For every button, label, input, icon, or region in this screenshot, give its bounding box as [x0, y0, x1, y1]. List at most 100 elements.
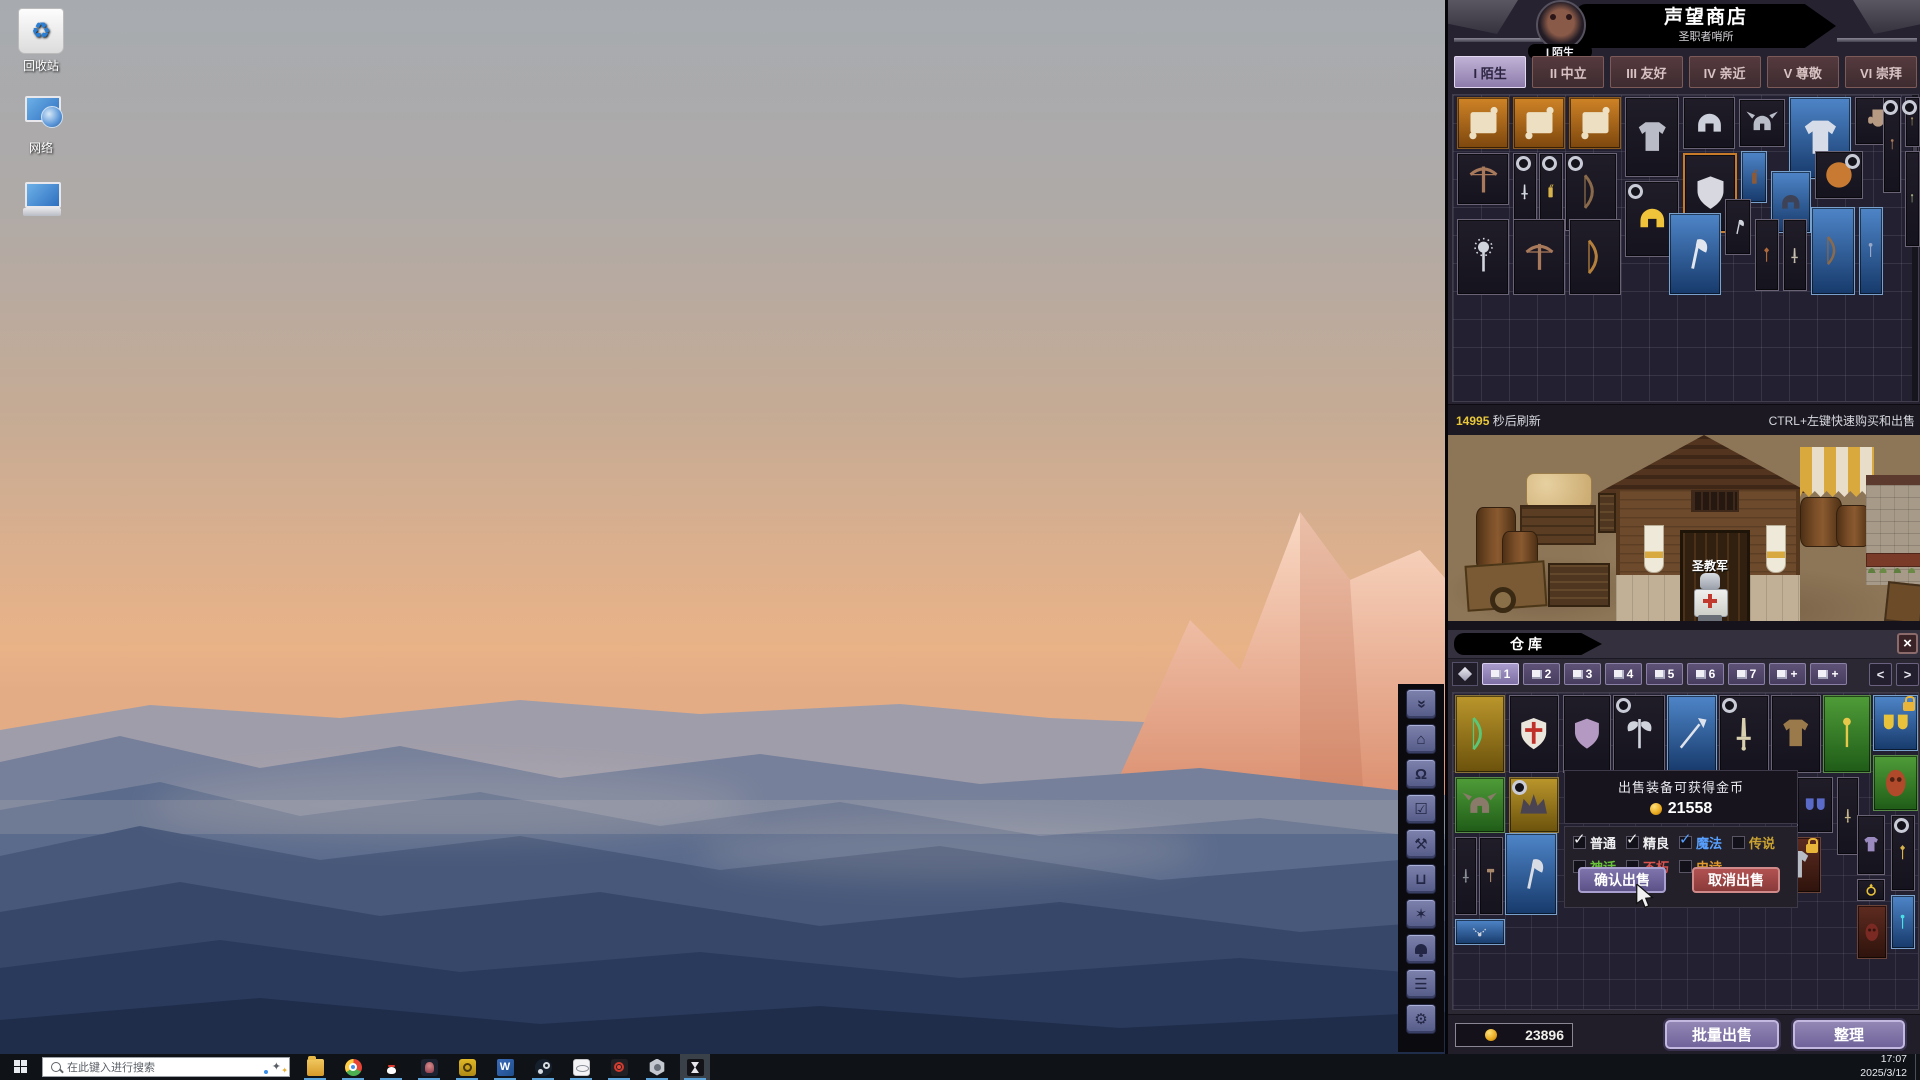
warehouse-item-sword[interactable]: [1455, 837, 1477, 915]
shop-tab-I 陌生[interactable]: I 陌生: [1454, 56, 1526, 88]
taskbar-app-chrome[interactable]: [338, 1054, 368, 1080]
shop-item-scepter[interactable]: [1755, 219, 1779, 291]
close-icon[interactable]: ×: [1897, 633, 1918, 654]
tabs-next-button[interactable]: >: [1896, 663, 1919, 686]
sort-button[interactable]: 整理: [1793, 1020, 1905, 1049]
shop-item-mace[interactable]: [1457, 219, 1509, 295]
warehouse-item-armor[interactable]: [1857, 815, 1885, 875]
checkbox[interactable]: [1732, 836, 1745, 849]
warehouse-item-bow[interactable]: [1455, 695, 1505, 773]
shop-item-bow[interactable]: [1811, 207, 1855, 295]
collapse-button[interactable]: «: [1406, 689, 1436, 719]
tavern-button[interactable]: ⊔: [1406, 864, 1436, 894]
checkbox[interactable]: ✓: [1573, 836, 1586, 849]
warehouse-tab-6-5[interactable]: 6: [1687, 663, 1724, 685]
shop-item-axe[interactable]: [1725, 199, 1751, 255]
forge-button[interactable]: ⚒: [1406, 829, 1436, 859]
shop-item-armor[interactable]: [1625, 97, 1679, 177]
shop-item-scroll[interactable]: [1513, 97, 1565, 149]
taskbar-search[interactable]: 在此键入进行搜索 ✦✦: [42, 1057, 290, 1077]
shop-tab-VI 崇拜[interactable]: VI 崇拜: [1845, 56, 1917, 88]
shop-tab-II 中立[interactable]: II 中立: [1532, 56, 1604, 88]
enchant-button[interactable]: ✶: [1406, 899, 1436, 929]
warehouse-item-staff[interactable]: [1823, 695, 1871, 773]
warehouse-item-spear[interactable]: [1667, 695, 1717, 773]
shop-tab-V 尊敬[interactable]: V 尊敬: [1767, 56, 1839, 88]
warehouse-item-necklace[interactable]: [1455, 919, 1505, 945]
shop-item-helm[interactable]: [1683, 97, 1735, 149]
shop-button[interactable]: ⌂: [1406, 724, 1436, 754]
warehouse-tab-3-2[interactable]: 3: [1564, 663, 1601, 685]
shop-item-sword[interactable]: [1783, 219, 1807, 291]
shop-tab-IV 亲近[interactable]: IV 亲近: [1689, 56, 1761, 88]
warehouse-item-axe[interactable]: [1505, 833, 1557, 915]
desktop-icon-recycle[interactable]: ♻回收站: [4, 8, 78, 74]
warehouse-item-sword[interactable]: [1837, 777, 1859, 855]
taskbar-app-file-explorer[interactable]: [300, 1054, 330, 1080]
shop-item-staff[interactable]: [1905, 151, 1920, 247]
desktop-icon-network[interactable]: 网络: [4, 92, 78, 156]
warehouse-item-shield[interactable]: [1563, 695, 1611, 773]
shop-item-staff[interactable]: [1883, 97, 1901, 193]
shop-item-crossbow[interactable]: [1513, 219, 1565, 295]
shop-item-scroll[interactable]: [1457, 97, 1509, 149]
warehouse-item-shieldc[interactable]: [1509, 695, 1559, 773]
tasks-button[interactable]: ☰: [1406, 969, 1436, 999]
warehouse-item-staff[interactable]: [1891, 895, 1915, 949]
taskbar-app-hex-tool[interactable]: [642, 1054, 672, 1080]
taskbar-app-qq[interactable]: [376, 1054, 406, 1080]
confirm-sell-button[interactable]: 确认出售: [1578, 867, 1666, 893]
shop-item-quiver[interactable]: [1741, 151, 1767, 203]
npc-crusader[interactable]: 圣教军: [1684, 573, 1736, 627]
start-button[interactable]: [0, 1054, 42, 1080]
warehouse-item-armor[interactable]: [1771, 695, 1821, 773]
rarity-filter-魔法[interactable]: ✓魔法: [1679, 833, 1722, 852]
warehouse-tab-+-7[interactable]: +: [1769, 663, 1806, 685]
warehouse-item-ring[interactable]: [1857, 879, 1885, 901]
warehouse-tab-+-8[interactable]: +: [1810, 663, 1847, 685]
rarity-filter-传说[interactable]: 传说: [1732, 833, 1775, 852]
warehouse-tab-7-6[interactable]: 7: [1728, 663, 1765, 685]
taskbar-app-hourglass[interactable]: [680, 1054, 710, 1080]
warehouse-item-helmh[interactable]: [1455, 777, 1505, 833]
warehouse-item-axe2[interactable]: [1613, 695, 1665, 773]
warehouse-gem-tab[interactable]: [1452, 662, 1478, 686]
taskbar-app-screen-record[interactable]: [604, 1054, 634, 1080]
warehouse-item-scepter[interactable]: [1891, 815, 1915, 891]
warehouse-item-hammer[interactable]: [1479, 837, 1503, 915]
tabs-prev-button[interactable]: <: [1869, 663, 1892, 686]
checkbox[interactable]: [1679, 860, 1692, 873]
taskbar-clock[interactable]: 17:07 2025/3/12: [1860, 1053, 1915, 1080]
taskbar-app-word[interactable]: W: [490, 1054, 520, 1080]
checkbox[interactable]: ✓: [1626, 836, 1639, 849]
warehouse-item-mask[interactable]: [1873, 755, 1918, 811]
taskbar-app-recorder[interactable]: [566, 1054, 596, 1080]
shop-item-scroll[interactable]: [1569, 97, 1621, 149]
batch-sell-button[interactable]: 批量出售: [1665, 1020, 1779, 1049]
warehouse-item-crown[interactable]: [1509, 777, 1559, 833]
cancel-sell-button[interactable]: 取消出售: [1692, 867, 1780, 893]
shop-item-orb[interactable]: [1815, 151, 1863, 199]
rarity-filter-普通[interactable]: ✓普通: [1573, 833, 1616, 852]
taskbar-app-dark-app[interactable]: [414, 1054, 444, 1080]
warehouse-tab-5-4[interactable]: 5: [1646, 663, 1683, 685]
equipment-button[interactable]: Ω: [1406, 759, 1436, 789]
checkbox[interactable]: ✓: [1679, 836, 1692, 849]
warehouse-item-gloves[interactable]: [1873, 695, 1918, 751]
taskbar-app-game[interactable]: [452, 1054, 482, 1080]
shop-item-crossbow[interactable]: [1457, 153, 1509, 205]
quests-button[interactable]: ☑: [1406, 794, 1436, 824]
warehouse-tab-1-0[interactable]: 1: [1482, 663, 1519, 685]
warehouse-tab-4-3[interactable]: 4: [1605, 663, 1642, 685]
shop-item-axe[interactable]: [1669, 213, 1721, 295]
shop-item-bow[interactable]: [1569, 219, 1621, 295]
rarity-filter-精良[interactable]: ✓精良: [1626, 833, 1669, 852]
shop-item-helmh[interactable]: [1739, 99, 1785, 147]
taskbar-app-steam[interactable]: [528, 1054, 558, 1080]
warehouse-item-mask[interactable]: [1857, 905, 1887, 959]
desktop-icon-computer[interactable]: [4, 178, 78, 225]
warehouse-item-gloves[interactable]: [1797, 777, 1833, 833]
shop-item-staff[interactable]: [1859, 207, 1883, 295]
shop-item-staff[interactable]: [1905, 97, 1920, 147]
warehouse-tab-2-1[interactable]: 2: [1523, 663, 1560, 685]
